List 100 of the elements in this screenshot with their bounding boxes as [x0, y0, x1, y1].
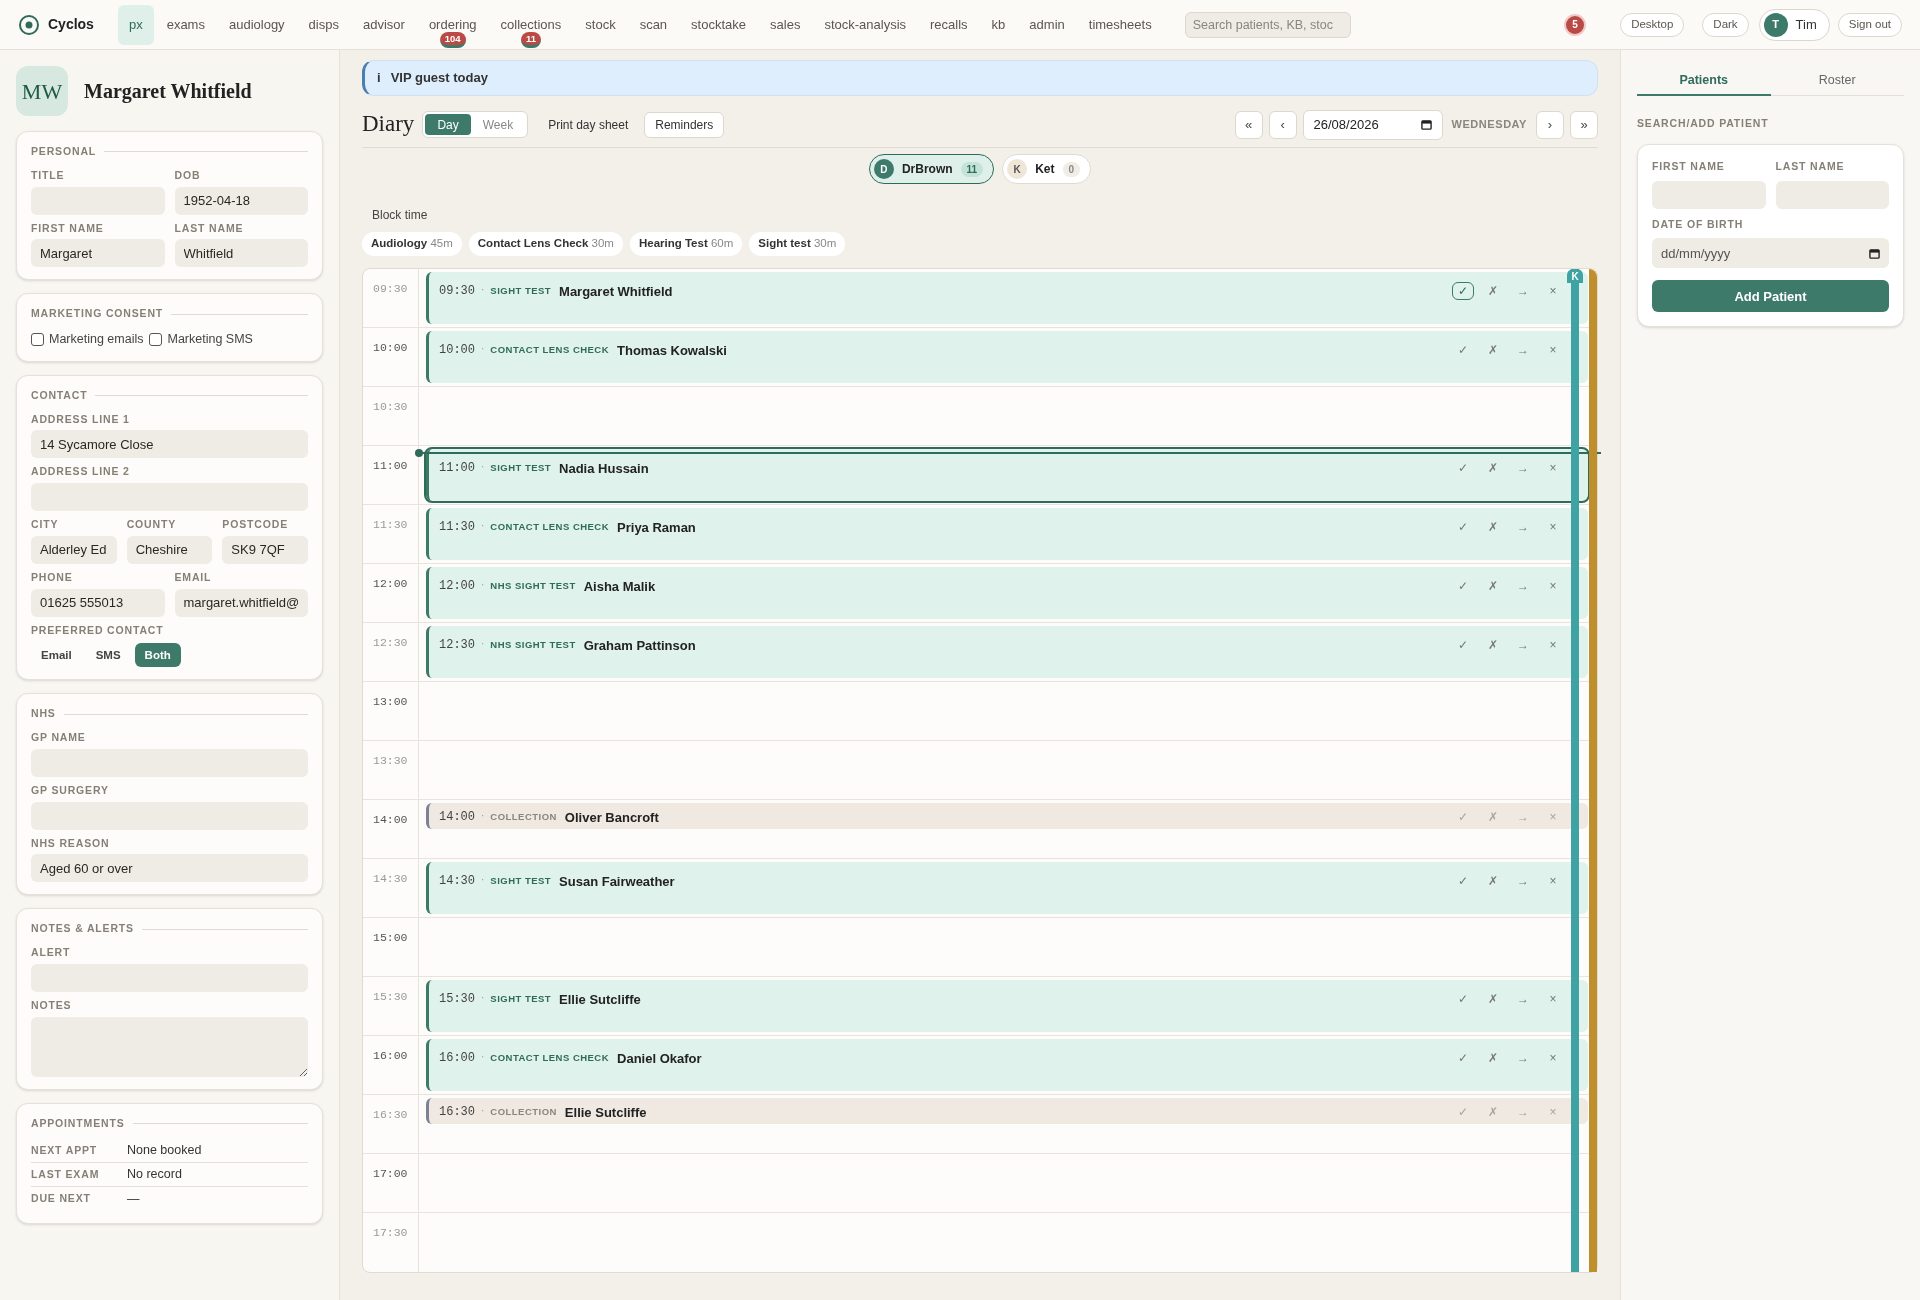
- block-time-chip[interactable]: Audiology 45m: [362, 232, 462, 256]
- nav-tab[interactable]: sales: [759, 4, 812, 45]
- search-field[interactable]: Search patients, KB, stoc: [1184, 11, 1351, 38]
- action-button[interactable]: ×: [1542, 990, 1564, 1008]
- block-time-chip[interactable]: Contact Lens Check 30m: [468, 232, 623, 256]
- nav-tab[interactable]: scan: [628, 4, 679, 45]
- appointment-card[interactable]: 12:00 · NHS SIGHT TEST Aisha Malik ✓ ✗ → ×: [426, 567, 1588, 619]
- toggle-button[interactable]: Desktop: [1620, 12, 1685, 37]
- notes-field[interactable]: [31, 1016, 308, 1077]
- action-button[interactable]: →: [1512, 282, 1534, 300]
- nav-tab[interactable]: stocktake: [680, 4, 758, 45]
- sign-out-button[interactable]: Sign out: [1837, 12, 1902, 37]
- action-button[interactable]: ×: [1542, 459, 1564, 477]
- text-field[interactable]: Margaret: [31, 239, 165, 268]
- action-button[interactable]: ✓: [1452, 518, 1474, 536]
- notification-badge[interactable]: 5: [1564, 13, 1587, 36]
- action-button[interactable]: ✗: [1482, 1049, 1504, 1067]
- staff-chip[interactable]: K Ket 0: [1002, 154, 1092, 184]
- action-button[interactable]: →: [1512, 1049, 1534, 1067]
- block-time-chip[interactable]: Hearing Test 60m: [629, 232, 743, 256]
- nav-tab[interactable]: exams: [155, 4, 216, 45]
- action-button[interactable]: →: [1512, 872, 1534, 890]
- appointment-card[interactable]: 14:30 · SIGHT TEST Susan Fairweather ✓ ✗ → ×: [426, 862, 1588, 914]
- nav-tab[interactable]: ordering 104: [417, 4, 488, 45]
- action-button[interactable]: ✓: [1452, 341, 1474, 359]
- action-button[interactable]: ✗: [1482, 872, 1504, 890]
- action-button[interactable]: →: [1512, 518, 1534, 536]
- action-button[interactable]: ✗: [1482, 518, 1504, 536]
- action-button[interactable]: ×: [1542, 1049, 1564, 1067]
- nav-tab[interactable]: audiology: [217, 4, 296, 45]
- text-field[interactable]: 1952-04-18: [174, 186, 308, 215]
- nav-tab[interactable]: timesheets: [1077, 4, 1163, 45]
- nav-tab[interactable]: recalls: [919, 4, 979, 45]
- action-button[interactable]: ✗: [1482, 341, 1504, 359]
- appointment-card[interactable]: 12:30 · NHS SIGHT TEST Graham Pattinson ✓ ✗ → ×: [426, 626, 1588, 678]
- checkbox[interactable]: [149, 332, 163, 346]
- action-button[interactable]: ✓: [1452, 872, 1474, 890]
- text-field[interactable]: Alderley Ed: [31, 535, 117, 564]
- date-field[interactable]: 26/08/2026: [1302, 109, 1443, 140]
- action-button[interactable]: →: [1512, 636, 1534, 654]
- add-patient-button[interactable]: Add Patient: [1652, 280, 1889, 313]
- action-button[interactable]: ✓: [1452, 990, 1474, 1008]
- block-time-chip[interactable]: Sight test 30m: [749, 232, 846, 256]
- action-button[interactable]: ✗: [1482, 577, 1504, 595]
- reminders-button[interactable]: Reminders: [644, 111, 725, 138]
- panel-tab[interactable]: Roster: [1770, 66, 1904, 96]
- action-button[interactable]: ✓: [1452, 1049, 1474, 1067]
- appointment-card[interactable]: 11:30 · CONTACT LENS CHECK Priya Raman ✓ ✗ → ×: [426, 508, 1588, 560]
- staff-chip[interactable]: D DrBrown 11: [868, 154, 995, 184]
- action-button[interactable]: →: [1512, 459, 1534, 477]
- text-field[interactable]: 01625 555013: [31, 588, 165, 617]
- text-field[interactable]: margaret.whitfield@: [174, 588, 308, 617]
- action-button[interactable]: ✗: [1482, 990, 1504, 1008]
- action-button[interactable]: ✓: [1452, 577, 1474, 595]
- action-button[interactable]: →: [1512, 990, 1534, 1008]
- panel-tab[interactable]: Patients: [1637, 66, 1771, 96]
- text-field[interactable]: [1652, 180, 1766, 209]
- text-field[interactable]: Cheshire: [126, 535, 213, 564]
- checkbox[interactable]: [31, 332, 44, 346]
- action-button[interactable]: ✗: [1482, 282, 1504, 300]
- nav-tab[interactable]: admin: [1018, 4, 1076, 45]
- action-button[interactable]: ✗: [1482, 636, 1504, 654]
- action-button[interactable]: →: [1512, 341, 1534, 359]
- nav-tab[interactable]: stock-analysis: [813, 4, 918, 45]
- action-button[interactable]: ×: [1542, 518, 1564, 536]
- action-button[interactable]: ×: [1542, 341, 1564, 359]
- text-field[interactable]: Aged 60 or over: [31, 854, 308, 883]
- action-button[interactable]: ✗: [1482, 459, 1504, 477]
- first-button[interactable]: «: [1234, 110, 1263, 139]
- nav-tab[interactable]: kb: [980, 4, 1017, 45]
- date-field[interactable]: dd/mm/yyyy: [1652, 238, 1889, 269]
- appointment-card[interactable]: 11:00 · SIGHT TEST Nadia Hussain ✓ ✗ → ×: [426, 449, 1588, 501]
- view-tab[interactable]: Day: [425, 114, 471, 135]
- text-field[interactable]: [1775, 180, 1889, 209]
- next-button[interactable]: ›: [1536, 110, 1564, 139]
- view-tab[interactable]: Week: [470, 114, 526, 135]
- action-button[interactable]: ×: [1542, 282, 1564, 300]
- nav-tab[interactable]: px: [117, 4, 154, 45]
- nav-tab[interactable]: disps: [297, 4, 350, 45]
- nav-tab[interactable]: collections 11: [489, 4, 573, 45]
- option-button[interactable]: Email: [31, 643, 82, 668]
- action-button[interactable]: →: [1512, 577, 1534, 595]
- text-field[interactable]: SK9 7QF: [222, 535, 308, 564]
- appointment-card[interactable]: 16:00 · CONTACT LENS CHECK Daniel Okafor ✓ ✗ → ×: [426, 1039, 1588, 1091]
- user-pill[interactable]: T Tim: [1758, 8, 1830, 41]
- action-button[interactable]: ✓: [1452, 636, 1474, 654]
- action-button[interactable]: ×: [1542, 872, 1564, 890]
- option-button[interactable]: Both: [134, 643, 181, 668]
- previous-button[interactable]: ‹: [1268, 110, 1297, 139]
- last-button[interactable]: »: [1570, 110, 1598, 139]
- option-button[interactable]: SMS: [85, 643, 131, 668]
- nav-tab[interactable]: advisor: [351, 4, 416, 45]
- action-button[interactable]: ×: [1542, 577, 1564, 595]
- nav-tab[interactable]: stock: [574, 4, 627, 45]
- action-button[interactable]: ×: [1542, 636, 1564, 654]
- action-button[interactable]: ✓: [1452, 459, 1474, 477]
- text-field[interactable]: 14 Sycamore Close: [31, 430, 308, 459]
- toggle-button[interactable]: Dark: [1702, 12, 1749, 37]
- text-field[interactable]: Whitfield: [174, 239, 308, 268]
- action-button[interactable]: ✓: [1452, 282, 1474, 300]
